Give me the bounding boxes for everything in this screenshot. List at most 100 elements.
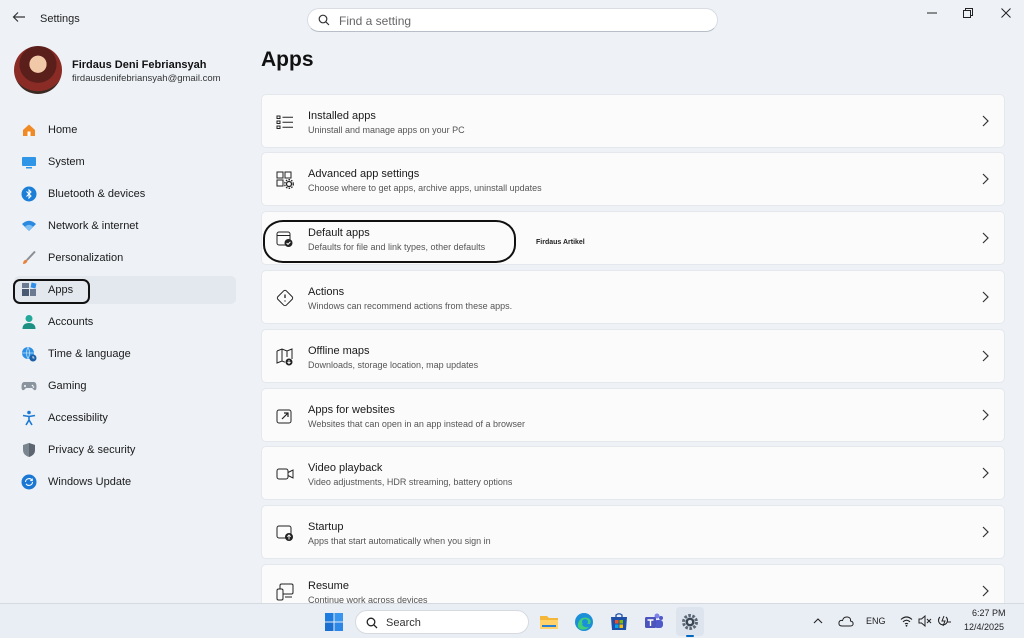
home-icon xyxy=(23,124,35,136)
card-installed-apps[interactable]: Installed apps Uninstall and manage apps… xyxy=(261,94,1005,148)
search-icon xyxy=(318,14,330,26)
gamepad-icon xyxy=(21,382,37,391)
card-description: Uninstall and manage apps on your PC xyxy=(308,125,465,135)
card-advanced-app-settings[interactable]: Advanced app settings Choose where to ge… xyxy=(261,152,1005,206)
chevron-right-icon xyxy=(982,409,989,421)
language-indicator[interactable]: ENG xyxy=(866,616,886,626)
back-arrow-icon[interactable] xyxy=(10,10,28,28)
sidebar-item-privacy[interactable]: Privacy & security xyxy=(14,436,236,464)
taskbar-search[interactable]: Search xyxy=(355,610,529,634)
update-icon xyxy=(21,474,37,490)
minimize-button[interactable] xyxy=(922,6,942,22)
bluetooth-icon xyxy=(21,186,37,202)
sidebar-item-accounts[interactable]: Accounts xyxy=(14,308,236,336)
windows-start-icon[interactable] xyxy=(324,612,344,632)
sidebar-item-label: System xyxy=(48,156,85,168)
apps-highlight-outline xyxy=(13,279,90,304)
card-title: Startup xyxy=(308,521,344,533)
card-description: Choose where to get apps, archive apps, … xyxy=(308,183,542,193)
map-icon xyxy=(276,348,293,366)
card-title: Resume xyxy=(308,580,349,592)
battery-charging-icon[interactable] xyxy=(937,615,952,627)
avatar[interactable] xyxy=(14,46,62,94)
settings-gear-icon[interactable] xyxy=(680,612,700,632)
card-title: Installed apps xyxy=(308,110,376,122)
restore-button[interactable] xyxy=(958,6,978,22)
card-video-playback[interactable]: Video playback Video adjustments, HDR st… xyxy=(261,446,1005,500)
wifi-tray-icon[interactable] xyxy=(900,615,913,627)
chevron-right-icon xyxy=(982,115,989,127)
card-description: Websites that can open in an app instead… xyxy=(308,419,525,429)
card-title: Apps for websites xyxy=(308,404,395,416)
video-icon xyxy=(276,468,294,480)
teams-icon[interactable] xyxy=(644,612,664,632)
chevron-right-icon xyxy=(982,467,989,479)
search-placeholder: Find a setting xyxy=(339,14,412,28)
sidebar-item-label: Privacy & security xyxy=(48,444,136,456)
card-description: Apps that start automatically when you s… xyxy=(308,536,491,546)
startup-icon xyxy=(276,525,293,541)
sidebar-item-label: Time & language xyxy=(48,348,131,360)
page-title: Apps xyxy=(261,48,314,71)
sidebar-item-personalization[interactable]: Personalization xyxy=(14,244,236,272)
default-apps-highlight-outline xyxy=(263,220,516,263)
sidebar-item-network[interactable]: Network & internet xyxy=(14,212,236,240)
chevron-right-icon xyxy=(982,585,989,597)
close-button[interactable] xyxy=(996,6,1016,22)
card-description: Windows can recommend actions from these… xyxy=(308,301,513,311)
sidebar-item-label: Gaming xyxy=(48,380,87,392)
chevron-right-icon xyxy=(982,350,989,362)
microsoft-store-icon[interactable] xyxy=(609,612,629,632)
card-title: Video playback xyxy=(308,462,383,474)
card-actions[interactable]: Actions Windows can recommend actions fr… xyxy=(261,270,1005,324)
sidebar-item-windows-update[interactable]: Windows Update xyxy=(14,468,236,496)
globe-clock-icon xyxy=(22,346,37,362)
user-name: Firdaus Deni Febriansyah xyxy=(72,59,207,71)
title-bar: Settings Find a setting xyxy=(0,0,1024,38)
active-indicator-bar xyxy=(686,635,694,637)
actions-icon xyxy=(276,289,294,307)
edge-browser-icon[interactable] xyxy=(574,612,594,632)
taskbar-search-label: Search xyxy=(386,617,421,629)
sidebar-item-system[interactable]: System xyxy=(14,148,236,176)
card-resume[interactable]: Resume Continue work across devices xyxy=(261,564,1005,605)
resume-icon xyxy=(276,583,294,601)
sidebar-item-label: Personalization xyxy=(48,252,124,264)
chevron-right-icon xyxy=(982,526,989,538)
open-link-icon xyxy=(276,409,292,424)
card-description: Downloads, storage location, map updates xyxy=(308,360,479,370)
card-title: Advanced app settings xyxy=(308,168,420,180)
chevron-right-icon xyxy=(982,232,989,244)
app-title: Settings xyxy=(40,13,80,25)
speaker-muted-icon[interactable] xyxy=(918,615,932,627)
brush-icon xyxy=(23,250,36,264)
settings-search-input[interactable]: Find a setting xyxy=(307,8,718,32)
sidebar-item-gaming[interactable]: Gaming xyxy=(14,372,236,400)
card-title: Actions xyxy=(308,286,345,298)
user-email: firdausdenifebriansyah@gmail.com xyxy=(72,73,221,84)
clock-time[interactable]: 6:27 PM xyxy=(972,608,1006,618)
cloud-icon[interactable] xyxy=(838,614,854,628)
sidebar-item-label: Accounts xyxy=(48,316,94,328)
sidebar-item-accessibility[interactable]: Accessibility xyxy=(14,404,236,432)
app-settings-icon xyxy=(276,171,294,189)
card-startup[interactable]: Startup Apps that start automatically wh… xyxy=(261,505,1005,559)
sidebar-item-time-language[interactable]: Time & language xyxy=(14,340,236,368)
file-explorer-icon[interactable] xyxy=(539,612,559,632)
wifi-icon xyxy=(22,220,36,231)
watermark: Firdaus Artikel xyxy=(536,239,585,246)
taskbar: Search ENG 6:27 PM 12/4/2025 xyxy=(0,603,1024,638)
sidebar-item-bluetooth[interactable]: Bluetooth & devices xyxy=(14,180,236,208)
sidebar-item-label: Accessibility xyxy=(48,412,108,424)
sidebar-item-label: Windows Update xyxy=(48,476,132,488)
sidebar-item-label: Network & internet xyxy=(48,220,139,232)
search-icon xyxy=(366,617,378,629)
card-apps-for-websites[interactable]: Apps for websites Websites that can open… xyxy=(261,388,1005,442)
chevron-up-icon[interactable] xyxy=(812,615,824,627)
card-offline-maps[interactable]: Offline maps Downloads, storage location… xyxy=(261,329,1005,383)
clock-date[interactable]: 12/4/2025 xyxy=(964,622,1004,632)
shield-icon xyxy=(23,443,35,457)
accessibility-icon xyxy=(22,410,36,426)
sidebar-item-home[interactable]: Home xyxy=(14,116,236,144)
sidebar-item-label: Bluetooth & devices xyxy=(48,188,146,200)
